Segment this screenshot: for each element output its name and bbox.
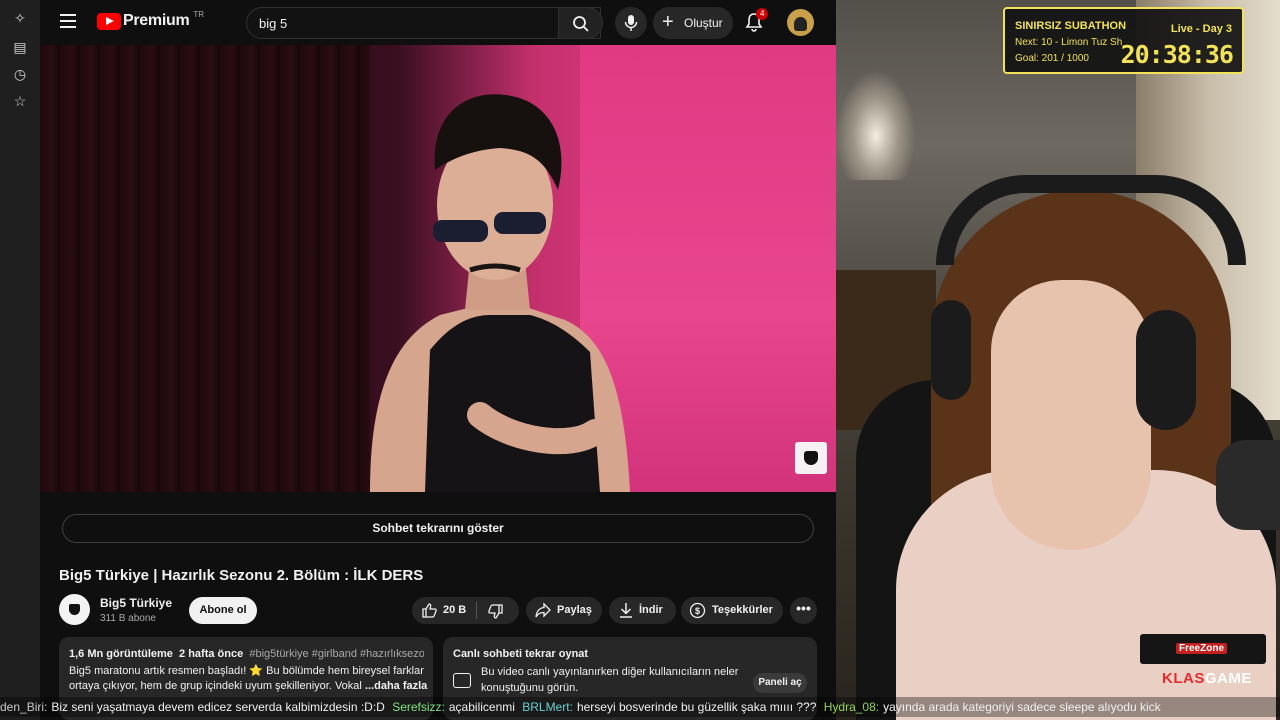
youtube-premium-logo[interactable]: Premium TR [97,9,205,30]
description-meta: 1,6 Mn görüntüleme 2 hafta önce #big5tür… [69,648,424,660]
live-chat-heading: Canlı sohbeti tekrar oynat [453,648,589,660]
view-count: 1,6 Mn görüntüleme [69,648,173,660]
microphone-icon [624,15,638,31]
search-icon [573,16,589,32]
webcam-lamp [836,70,916,180]
search-input[interactable]: big 5 ✕ [246,7,601,39]
video-title: Big5 Türkiye | Hazırlık Sezonu 2. Bölüm … [59,567,424,584]
ticker-message: açabilicenmi [448,700,515,714]
klasgame-logo: KLASGAME [1162,670,1252,687]
chat-ticker: den_Biri: Biz seni yaşatmaya devem edicez… [0,697,1280,717]
streamer-webcam [836,0,1280,720]
share-button[interactable]: Paylaş [526,597,602,624]
star-icon[interactable]: ☆ [10,91,30,111]
headphone-cup-left [931,300,971,400]
headphone-cup-right [1136,310,1196,430]
dislike-icon[interactable] [487,603,504,620]
share-label: Paylaş [557,604,592,616]
brand-label: Premium [123,12,190,29]
video-background-curtain [40,45,370,492]
hashtags[interactable]: #big5türkiye #girlband #hazırlıksezo [249,648,424,660]
ticker-message: yayında arada kategoriyi sadece sleepe a… [883,700,1161,714]
open-panel-button[interactable]: Paneli aç [753,673,807,693]
voice-search-button[interactable] [615,7,647,39]
ticker-username: BRLMert: [522,700,573,714]
ticker-username: den_Biri: [0,700,48,714]
sparkle-icon[interactable]: ✧ [10,8,30,28]
create-button[interactable]: + Oluştur [653,7,733,39]
plus-icon: + [662,11,674,33]
channel-avatar[interactable] [59,594,90,625]
download-button[interactable]: İndir [609,597,676,624]
youtube-header: Premium TR big 5 ✕ + Oluştur 4 [40,0,836,45]
like-divider [476,602,477,619]
upload-age: 2 hafta önce [179,648,244,660]
super-thanks-icon: $ [689,602,706,619]
subathon-next: Next: 10 - Limon Tuz Sh [1015,37,1123,48]
show-chat-replay-button[interactable]: Sohbet tekrarını göster [62,514,814,543]
download-label: İndir [639,604,663,616]
live-chat-text-2: konuştuğunu görün. [481,682,579,694]
live-chat-text-1: Bu video canlı yayınlanırken diğer kulla… [481,666,739,678]
like-dislike-group: 20 B [412,597,519,624]
description-line-1: Big5 maratonu artık resmen başladı! ⭐ Bu… [69,665,424,677]
subscriber-count: 311 B abone [100,613,156,624]
search-button[interactable] [558,7,603,39]
chat-icon [453,673,471,688]
screen: ✧ ▤ ◷ ☆ Premium TR big 5 ✕ + Oluştur 4 [0,0,1280,720]
channel-watermark[interactable] [795,442,827,474]
ticker-message: herseyi bosverinde bu güzellik şaka mııı… [576,700,817,714]
notification-badge: 4 [756,8,769,20]
description-line-2-text: ortaya çıkıyor, hem de grup içindeki uyu… [69,680,362,692]
download-icon [620,603,632,618]
subathon-title: SINIRSIZ SUBATHON [1015,20,1127,32]
channel-name[interactable]: Big5 Türkiye [100,596,172,610]
subathon-goal: Goal: 201 / 1000 [1015,53,1089,64]
create-label: Oluştur [684,16,723,30]
video-player[interactable] [40,45,836,492]
ticker-username: Serefsizz: [392,700,445,714]
subathon-timer: 20:38:36 [1120,40,1234,69]
notifications-button[interactable]: 4 [745,8,769,32]
watch-metadata: Sohbet tekrarını göster Big5 Türkiye | H… [40,492,836,720]
account-avatar[interactable] [787,9,814,36]
ticker-username: Hydra_08: [823,700,880,714]
share-icon [535,602,551,618]
menu-icon[interactable] [60,14,76,28]
freezone-logo: FreeZone [1140,634,1266,664]
region-code: TR [193,9,205,19]
youtube-play-icon [97,12,121,30]
streaming-microphone [1216,440,1280,530]
thanks-button[interactable]: $ Teşekkürler [681,597,783,624]
subathon-widget: SINIRSIZ SUBATHON Next: 10 - Limon Tuz S… [1003,7,1244,74]
headphones-band [936,175,1246,265]
search-query: big 5 [259,16,288,31]
svg-text:$: $ [695,606,700,616]
description-line-2: ortaya çıkıyor, hem de grup içindeki uyu… [69,680,427,692]
streamer-face [991,280,1151,550]
thanks-label: Teşekkürler [712,604,773,616]
ticker-message: Biz seni yaşatmaya devem edicez serverda… [51,700,385,714]
more-actions-button[interactable]: ••• [790,597,817,624]
freezone-label: FreeZone [1176,643,1228,654]
klasgame-label-a: KLAS [1162,670,1205,687]
video-subject [370,94,630,492]
browser-sidebar: ✧ ▤ ◷ ☆ [0,0,40,720]
library-icon[interactable]: ▤ [10,37,30,57]
subscribe-button[interactable]: Abone ol [189,597,257,624]
like-count[interactable]: 20 B [443,604,466,616]
klasgame-label-b: GAME [1204,670,1252,687]
subathon-live-day: Live - Day 3 [1170,23,1232,35]
show-more-link[interactable]: ...daha fazla [365,680,427,692]
like-icon[interactable] [421,602,438,619]
history-icon[interactable]: ◷ [10,64,30,84]
